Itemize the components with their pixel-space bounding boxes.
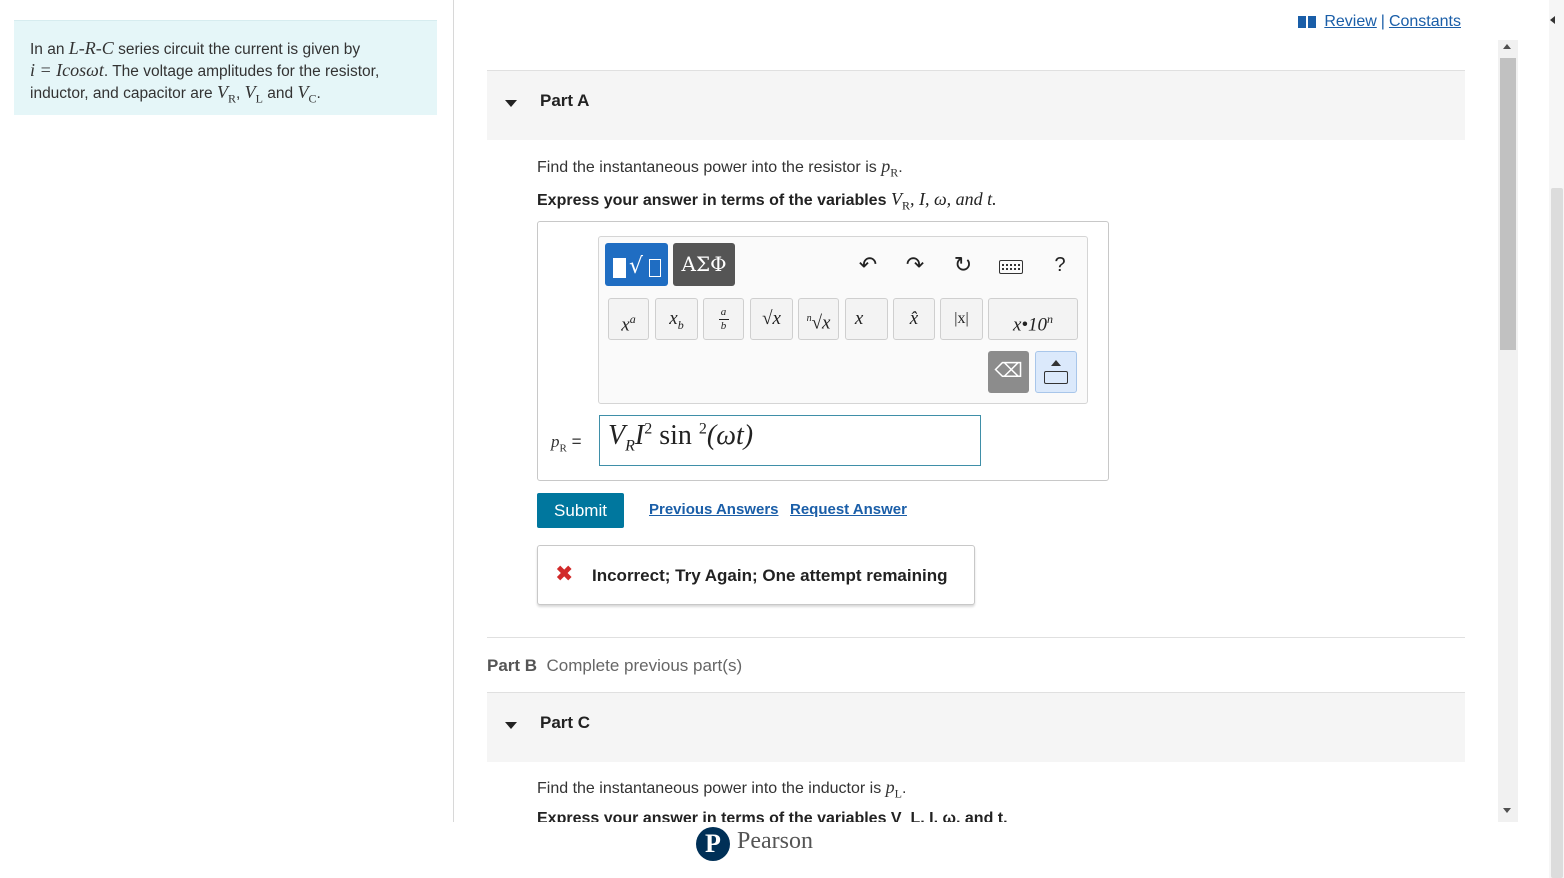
incorrect-icon: ✖	[555, 561, 574, 586]
redo-icon[interactable]: ↷	[903, 252, 927, 278]
collapse-triangle-icon[interactable]	[505, 100, 517, 107]
problem-text: series circuit the current is given by	[118, 41, 361, 58]
greek-symbols-button[interactable]: ΑΣΦ	[673, 243, 735, 286]
answer-input[interactable]: VRI2 sin 2(ωt)	[599, 415, 981, 466]
square-root-button[interactable]: √x	[750, 298, 793, 340]
part-a-prompt: Find the instantaneous power into the re…	[537, 156, 903, 180]
templates-button[interactable]: √	[605, 243, 668, 286]
caret-up-icon	[1051, 360, 1061, 366]
part-c-header[interactable]: Part C	[487, 692, 1465, 762]
request-answer-link[interactable]: Request Answer	[790, 501, 907, 518]
book-icon	[1298, 16, 1317, 28]
problem-text: In an	[30, 41, 65, 58]
pearson-brand: Pearson	[737, 828, 813, 854]
scientific-notation-button[interactable]: x•10n	[988, 298, 1078, 340]
superscript-button[interactable]: xa	[608, 298, 649, 340]
unit-vector-button[interactable]: x̂	[893, 298, 935, 340]
vector-button[interactable]: x⃗	[845, 298, 888, 340]
collapse-panel-icon[interactable]	[1550, 16, 1555, 24]
page-scrollbar-thumb[interactable]	[1551, 188, 1563, 878]
circuit-type: L-R-C	[68, 38, 114, 58]
review-link[interactable]: Review	[1324, 13, 1376, 31]
absolute-value-button[interactable]: |x|	[940, 298, 983, 340]
review-constants-links: Review | Constants	[1298, 13, 1461, 31]
vertical-divider	[453, 0, 454, 822]
scroll-up-icon[interactable]	[1503, 44, 1511, 49]
subscript-button[interactable]: xb	[655, 298, 698, 340]
vl-symbol: VL	[244, 82, 263, 106]
vc-symbol: VC	[297, 82, 317, 106]
nth-root-button[interactable]: n√x	[798, 298, 839, 340]
feedback-message: Incorrect; Try Again; One attempt remain…	[592, 566, 948, 585]
part-a-title: Part A	[540, 91, 590, 110]
feedback-box: ✖ Incorrect; Try Again; One attempt rema…	[537, 545, 975, 605]
part-c-prompt: Find the instantaneous power into the in…	[537, 777, 907, 801]
problem-statement: In an L-R-C series circuit the current i…	[14, 20, 437, 115]
part-a-header[interactable]: Part A	[487, 70, 1465, 140]
keyboard-toggle-button[interactable]	[1035, 351, 1077, 393]
backspace-button[interactable]	[988, 351, 1029, 393]
answer-label: pR =	[551, 432, 582, 455]
part-c-title: Part C	[540, 713, 591, 732]
problem-text: and	[267, 85, 294, 102]
keyboard-icon	[1044, 371, 1068, 384]
scroll-down-icon[interactable]	[1503, 808, 1511, 813]
current-equation: i = Icosωt	[30, 60, 104, 80]
collapse-triangle-icon[interactable]	[505, 722, 517, 729]
vr-symbol: VR	[216, 82, 236, 106]
undo-icon[interactable]: ↶	[856, 252, 880, 278]
scrollbar-thumb[interactable]	[1500, 58, 1516, 350]
part-b-header: Part B Complete previous part(s)	[487, 656, 743, 675]
divider	[487, 637, 1465, 638]
part-a-instruction: Express your answer in terms of the vari…	[537, 189, 997, 213]
previous-answers-link[interactable]: Previous Answers	[649, 501, 779, 518]
pearson-logo-icon: P	[696, 827, 730, 861]
keyboard-shortcuts-icon[interactable]	[999, 260, 1023, 274]
submit-button[interactable]: Submit	[537, 493, 624, 528]
help-icon[interactable]: ?	[1049, 252, 1071, 278]
reset-icon[interactable]: ↻	[951, 252, 975, 278]
fraction-button[interactable]: ab	[703, 298, 744, 340]
constants-link[interactable]: Constants	[1389, 13, 1461, 31]
